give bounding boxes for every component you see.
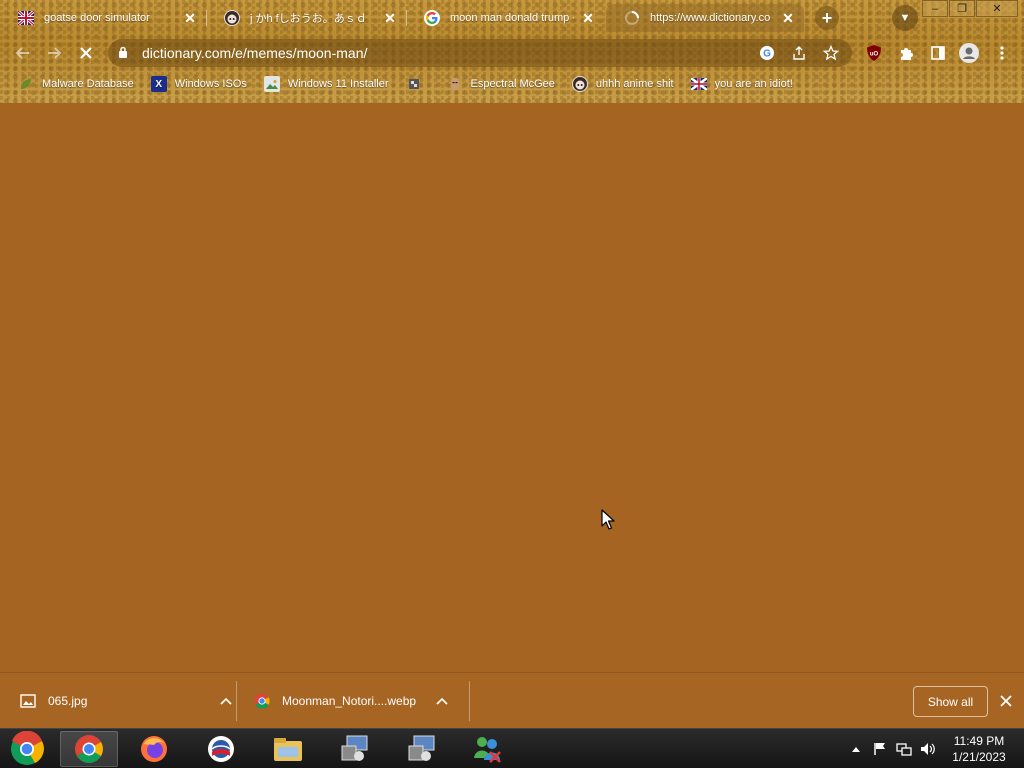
network-icon[interactable]: [894, 739, 914, 759]
download-filename: Moonman_Notori....webp: [282, 694, 417, 708]
bookmark-label: Espectral McGee: [470, 78, 555, 90]
pixel-icon: [406, 76, 422, 92]
bookmark-anime[interactable]: uhhh anime shit: [571, 76, 674, 92]
back-arrow-icon[interactable]: [10, 40, 36, 66]
google-lens-icon[interactable]: G: [756, 42, 778, 64]
download-item[interactable]: Moonman_Notori....webp: [254, 681, 452, 721]
chevron-up-icon[interactable]: [432, 694, 452, 708]
browser-chrome: goatse door simulator ✕ j かh fしおうお。あｓｄ ✕…: [0, 0, 1024, 103]
forward-arrow-icon[interactable]: [41, 40, 67, 66]
window-controls: – ❐ ✕: [921, 0, 1018, 17]
tab-title: j かh fしおうお。あｓｄ: [250, 13, 367, 25]
bookmark-star-icon[interactable]: [820, 42, 842, 64]
taskbar-file-explorer[interactable]: [259, 731, 317, 767]
close-download-shelf-icon[interactable]: [996, 691, 1016, 711]
system-clock[interactable]: 11:49 PM 1/21/2023: [942, 733, 1016, 765]
taskbar-firefox[interactable]: [125, 731, 183, 767]
extensions-puzzle-icon[interactable]: [895, 42, 917, 64]
flag-favicon-icon: [18, 10, 34, 26]
action-center-flag-icon[interactable]: [870, 739, 890, 759]
system-tray: [846, 729, 942, 768]
side-panel-icon[interactable]: [927, 42, 949, 64]
tab-close-icon[interactable]: ✕: [780, 10, 796, 26]
bookmark-label: Windows 11 Installer: [287, 78, 389, 90]
bookmarks-bar: Malware Database X Windows ISOs Windows …: [0, 73, 1024, 95]
leaf-icon: [18, 76, 34, 92]
page-content-blank[interactable]: [0, 103, 1024, 672]
taskbar-messenger[interactable]: [458, 731, 516, 767]
mouse-pointer-icon: [601, 509, 615, 533]
clock-date: 1/21/2023: [952, 750, 1006, 764]
svg-text:G: G: [763, 49, 771, 60]
browser-toolbar: dictionary.com/e/memes/moon-man/ G uO: [0, 36, 1024, 70]
chevron-up-icon[interactable]: [216, 694, 236, 708]
tab-dictionary-active[interactable]: https://www.dictionary.co ✕: [606, 4, 804, 32]
bookmark-windows-11-installer[interactable]: Windows 11 Installer: [263, 76, 389, 92]
tab-close-icon[interactable]: ✕: [580, 10, 596, 26]
bookmark-espectral-mcgee[interactable]: Espectral McGee: [447, 76, 555, 92]
clock-time: 11:49 PM: [953, 734, 1005, 748]
bookmark-label: Malware Database: [42, 78, 134, 90]
chrome-icon: [254, 693, 270, 709]
stop-loading-icon[interactable]: [73, 40, 99, 66]
tab-anime[interactable]: j かh fしおうお。あｓｄ ✕: [206, 4, 406, 32]
taskbar-network-utility-2[interactable]: [393, 731, 451, 767]
tab-title: moon man donald trump - I: [450, 12, 574, 24]
google-favicon-icon: [424, 10, 440, 26]
anime-face-favicon-icon: [224, 10, 240, 26]
menu-kebab-icon[interactable]: [991, 42, 1013, 64]
volume-icon[interactable]: [918, 739, 938, 759]
bookmark-label: uhhh anime shit: [595, 78, 674, 90]
lock-icon[interactable]: [118, 46, 132, 61]
tab-title: goatse door simulator: [44, 12, 150, 24]
bookmark-windows-isos[interactable]: X Windows ISOs: [150, 76, 247, 92]
taskbar-obama-logo-app[interactable]: [192, 731, 250, 767]
url-text[interactable]: dictionary.com/e/memes/moon-man/: [142, 45, 756, 61]
bookmark-label: you are an idiot!: [714, 78, 793, 90]
address-bar[interactable]: dictionary.com/e/memes/moon-man/ G: [108, 39, 852, 67]
taskbar-network-utility[interactable]: [326, 731, 384, 767]
image-file-icon: [20, 693, 36, 709]
taskbar-chrome[interactable]: [60, 731, 118, 767]
bookmark-label: Windows ISOs: [174, 78, 247, 90]
download-item[interactable]: 065.jpg: [20, 681, 236, 721]
start-button[interactable]: [0, 731, 54, 767]
minimize-button[interactable]: –: [922, 0, 948, 17]
share-icon[interactable]: [788, 42, 810, 64]
new-tab-button[interactable]: +: [815, 6, 839, 30]
bookmark-you-are-an-idiot[interactable]: you are an idiot!: [690, 76, 793, 92]
anime-face-icon: [571, 76, 588, 92]
download-filename: 065.jpg: [48, 694, 88, 708]
windows-taskbar: 11:49 PM 1/21/2023: [0, 728, 1024, 768]
tab-close-icon[interactable]: ✕: [182, 10, 198, 26]
ublock-origin-icon[interactable]: uO: [863, 42, 885, 64]
restore-button[interactable]: ❐: [949, 0, 975, 17]
tab-strip: goatse door simulator ✕ j かh fしおうお。あｓｄ ✕…: [0, 0, 1024, 34]
download-divider: [469, 681, 470, 721]
tab-close-icon[interactable]: ✕: [382, 10, 398, 26]
x-icon: X: [150, 76, 167, 92]
image-icon: [263, 76, 280, 92]
svg-text:uO: uO: [870, 52, 879, 58]
download-shelf: 065.jpg Moonman_Notori....webp Show all: [0, 672, 1024, 728]
loading-spinner-icon: [624, 10, 640, 26]
profile-avatar-icon[interactable]: [958, 42, 980, 64]
flag-icon: [690, 76, 707, 92]
close-window-button[interactable]: ✕: [976, 0, 1018, 17]
tab-search-chevron-icon[interactable]: ▼: [892, 5, 918, 31]
download-divider: [236, 681, 237, 721]
chevron-up-icon[interactable]: [846, 739, 866, 759]
bookmark-malware-database[interactable]: Malware Database: [18, 76, 134, 92]
bookmark-pixel-site[interactable]: [406, 76, 430, 92]
face-icon: [447, 76, 463, 92]
tab-title: https://www.dictionary.co: [650, 12, 771, 24]
tab-moon-man-search[interactable]: moon man donald trump - I ✕: [406, 4, 604, 32]
tab-goatse-door-simulator[interactable]: goatse door simulator ✕: [0, 4, 206, 32]
show-all-downloads-button[interactable]: Show all: [913, 686, 988, 717]
